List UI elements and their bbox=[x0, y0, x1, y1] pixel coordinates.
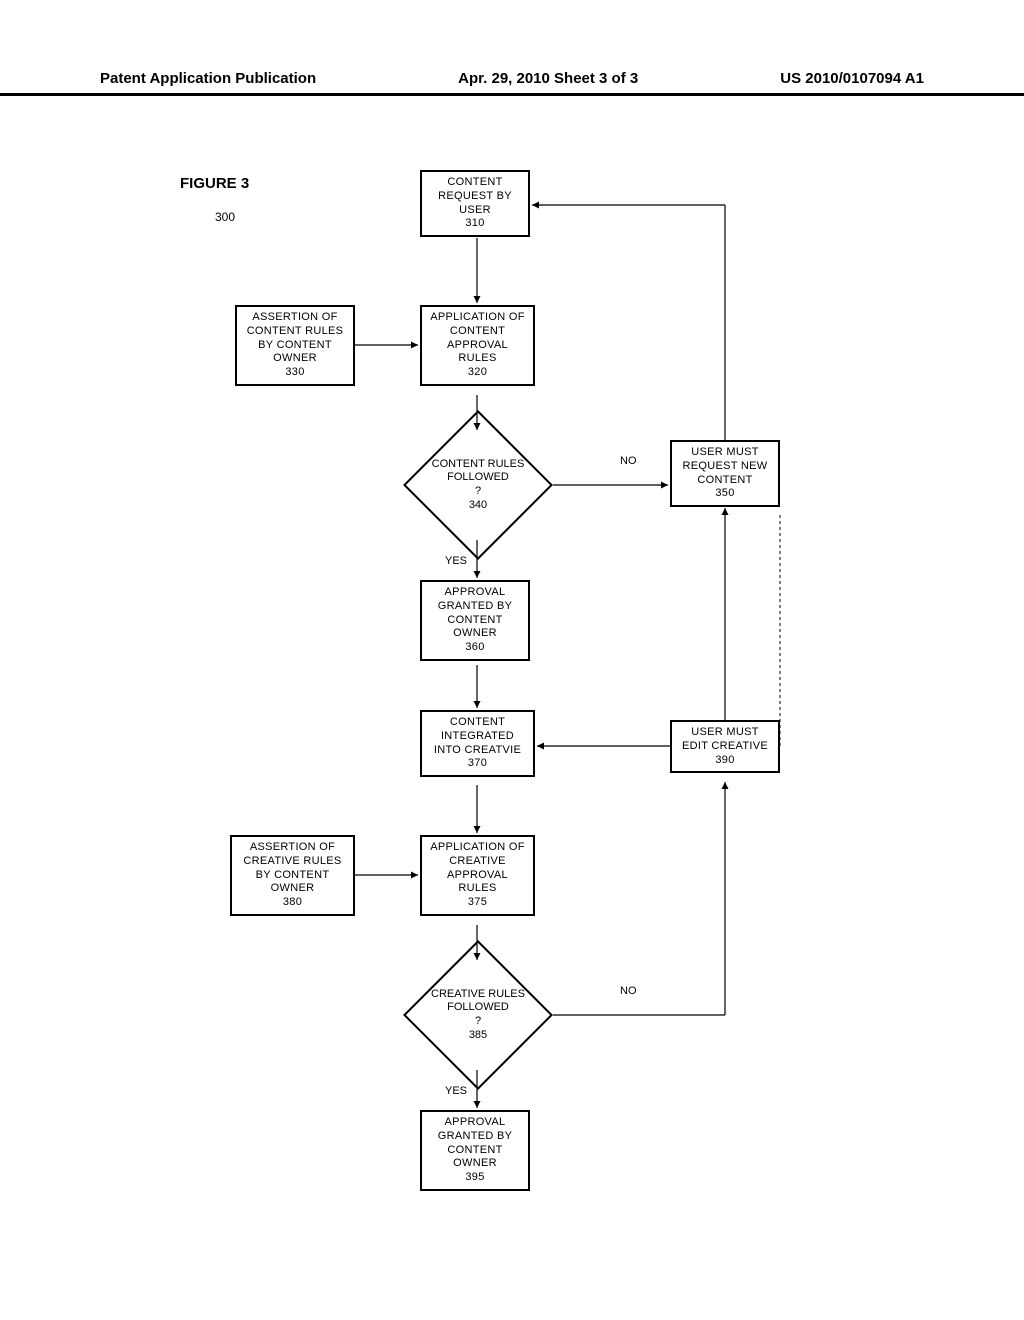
patent-header: Patent Application Publication Apr. 29, … bbox=[0, 70, 1024, 96]
diamond-340-text: CONTENT RULES FOLLOWED?340 bbox=[403, 430, 553, 540]
label-yes-1: YES bbox=[445, 555, 467, 567]
box-350: USER MUST REQUEST NEW CONTENT350 bbox=[670, 440, 780, 507]
figure-number: 300 bbox=[215, 210, 235, 224]
figure-label: FIGURE 3 bbox=[180, 175, 249, 192]
box-310: CONTENT REQUEST BY USER310 bbox=[420, 170, 530, 237]
box-320: APPLICATION OF CONTENT APPROVAL RULES320 bbox=[420, 305, 535, 386]
label-no-1: NO bbox=[620, 455, 637, 467]
diamond-340: CONTENT RULES FOLLOWED?340 bbox=[403, 430, 553, 540]
label-yes-2: YES bbox=[445, 1085, 467, 1097]
box-330: ASSERTION OF CONTENT RULES BY CONTENT OW… bbox=[235, 305, 355, 386]
box-375: APPLICATION OF CREATIVE APPROVAL RULES37… bbox=[420, 835, 535, 916]
label-no-2: NO bbox=[620, 985, 637, 997]
diamond-385: CREATIVE RULES FOLLOWED?385 bbox=[403, 960, 553, 1070]
header-left: Patent Application Publication bbox=[100, 70, 316, 87]
box-360: APPROVAL GRANTED BY CONTENT OWNER360 bbox=[420, 580, 530, 661]
box-370: CONTENT INTEGRATED INTO CREATVIE370 bbox=[420, 710, 535, 777]
header-right: US 2010/0107094 A1 bbox=[780, 70, 924, 87]
diamond-385-text: CREATIVE RULES FOLLOWED?385 bbox=[403, 960, 553, 1070]
header-center: Apr. 29, 2010 Sheet 3 of 3 bbox=[458, 70, 638, 87]
box-395: APPROVAL GRANTED BY CONTENT OWNER395 bbox=[420, 1110, 530, 1191]
box-380: ASSERTION OF CREATIVE RULES BY CONTENT O… bbox=[230, 835, 355, 916]
box-390: USER MUST EDIT CREATIVE390 bbox=[670, 720, 780, 773]
